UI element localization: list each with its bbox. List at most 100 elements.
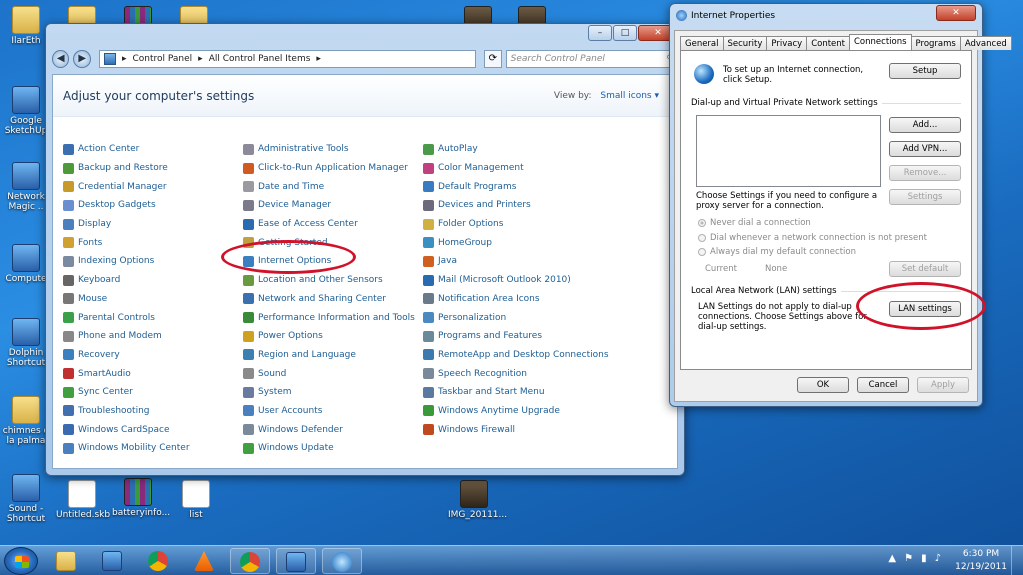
- cp-item-system[interactable]: System: [243, 383, 423, 402]
- cp-item-windows-anytime-upgrade[interactable]: Windows Anytime Upgrade: [423, 402, 603, 421]
- address-bar[interactable]: ▸ Control Panel ▸ All Control Panel Item…: [98, 50, 477, 68]
- breadcrumb-all-items[interactable]: All Control Panel Items: [209, 54, 311, 64]
- cp-item-backup-and-restore[interactable]: Backup and Restore: [63, 159, 243, 178]
- ok-button[interactable]: OK: [797, 377, 849, 393]
- volume-icon[interactable]: ♪: [935, 553, 941, 564]
- apply-button[interactable]: Apply: [917, 377, 969, 393]
- cp-item-date-and-time[interactable]: Date and Time: [243, 177, 423, 196]
- cp-item-location-and-other-sensors[interactable]: Location and Other Sensors: [243, 271, 423, 290]
- cp-item-color-management[interactable]: Color Management: [423, 159, 603, 178]
- tab-general[interactable]: General: [680, 36, 724, 50]
- cancel-button[interactable]: Cancel: [857, 377, 909, 393]
- cp-item-ease-of-access-center[interactable]: Ease of Access Center: [243, 215, 423, 234]
- cp-item-taskbar-and-start-menu[interactable]: Taskbar and Start Menu: [423, 383, 603, 402]
- remove-button[interactable]: Remove...: [889, 165, 961, 181]
- minimize-button[interactable]: –: [588, 25, 612, 41]
- show-hidden-icons-icon[interactable]: ▲: [888, 553, 896, 564]
- action-center-flag-icon[interactable]: ⚑: [904, 553, 913, 564]
- cp-item-programs-and-features[interactable]: Programs and Features: [423, 327, 603, 346]
- cp-item-desktop-gadgets[interactable]: Desktop Gadgets: [63, 196, 243, 215]
- show-desktop-button[interactable]: [1011, 546, 1023, 575]
- cp-item-click-to-run-application-manager[interactable]: Click-to-Run Application Manager: [243, 159, 423, 178]
- cp-item-windows-defender[interactable]: Windows Defender: [243, 420, 423, 439]
- folder-icon: [12, 396, 40, 424]
- battery-icon[interactable]: ▮: [921, 553, 927, 564]
- add-vpn-button[interactable]: Add VPN...: [889, 141, 961, 157]
- cp-item-user-accounts[interactable]: User Accounts: [243, 402, 423, 421]
- taskbar-chrome[interactable]: [138, 548, 178, 574]
- desktop-icon-untitled-skb[interactable]: Untitled.skb: [56, 480, 110, 520]
- tab-programs[interactable]: Programs: [910, 36, 961, 50]
- cp-item-mouse[interactable]: Mouse: [63, 290, 243, 309]
- clock[interactable]: 6:30 PM 12/19/2011: [955, 548, 1007, 574]
- cp-item-parental-controls[interactable]: Parental Controls: [63, 308, 243, 327]
- cp-item-windows-cardspace[interactable]: Windows CardSpace: [63, 420, 243, 439]
- taskbar-internet-properties[interactable]: [322, 548, 362, 574]
- cp-item-remoteapp-and-desktop-connections[interactable]: RemoteApp and Desktop Connections: [423, 346, 609, 365]
- close-button[interactable]: ✕: [936, 5, 976, 21]
- maximize-button[interactable]: □: [613, 25, 637, 41]
- cp-item-performance-information-and-tools[interactable]: Performance Information and Tools: [243, 308, 423, 327]
- tab-advanced[interactable]: Advanced: [959, 36, 1012, 50]
- search-input[interactable]: Search Control Panel ⚲: [505, 50, 679, 68]
- breadcrumb-control-panel[interactable]: Control Panel: [132, 54, 192, 64]
- forward-button[interactable]: ▶: [73, 50, 91, 68]
- cp-item-personalization[interactable]: Personalization: [423, 308, 603, 327]
- add-button[interactable]: Add...: [889, 117, 961, 133]
- cp-item-action-center[interactable]: Action Center: [63, 140, 243, 159]
- cp-item-power-options[interactable]: Power Options: [243, 327, 423, 346]
- cp-item-device-manager[interactable]: Device Manager: [243, 196, 423, 215]
- cp-item-sync-center[interactable]: Sync Center: [63, 383, 243, 402]
- cp-item-sound[interactable]: Sound: [243, 364, 423, 383]
- cp-item-network-and-sharing-center[interactable]: Network and Sharing Center: [243, 290, 423, 309]
- tab-connections[interactable]: Connections: [849, 34, 912, 50]
- radio-never-dial[interactable]: Never dial a connection: [698, 218, 811, 228]
- cp-item-troubleshooting[interactable]: Troubleshooting: [63, 402, 243, 421]
- desktop-icon-batteryinfo[interactable]: batteryinfo...: [112, 478, 170, 518]
- cp-item-default-programs[interactable]: Default Programs: [423, 177, 603, 196]
- radio-always-dial[interactable]: Always dial my default connection: [698, 247, 856, 257]
- cp-item-keyboard[interactable]: Keyboard: [63, 271, 243, 290]
- start-button[interactable]: [4, 547, 38, 575]
- cp-item-administrative-tools[interactable]: Administrative Tools: [243, 140, 423, 159]
- cp-item-region-and-language[interactable]: Region and Language: [243, 346, 423, 365]
- cp-item-java[interactable]: Java: [423, 252, 603, 271]
- view-by-dropdown[interactable]: Small icons ▾: [600, 91, 659, 101]
- tab-security[interactable]: Security: [722, 36, 768, 50]
- radio-dial-whenever[interactable]: Dial whenever a network connection is no…: [698, 233, 927, 243]
- cp-item-recovery[interactable]: Recovery: [63, 346, 243, 365]
- cp-item-credential-manager[interactable]: Credential Manager: [63, 177, 243, 196]
- taskbar-explorer[interactable]: [46, 548, 86, 574]
- cp-item-fonts[interactable]: Fonts: [63, 233, 243, 252]
- cp-item-windows-mobility-center[interactable]: Windows Mobility Center: [63, 439, 243, 458]
- cp-item-phone-and-modem[interactable]: Phone and Modem: [63, 327, 243, 346]
- cp-item-autoplay[interactable]: AutoPlay: [423, 140, 603, 159]
- taskbar-network[interactable]: [92, 548, 132, 574]
- desktop-icon-list[interactable]: list: [170, 480, 222, 520]
- cp-item-windows-update[interactable]: Windows Update: [243, 439, 423, 458]
- taskbar-chrome-active[interactable]: [230, 548, 270, 574]
- connections-list[interactable]: [696, 115, 881, 187]
- taskbar-control-panel[interactable]: [276, 548, 316, 574]
- cp-item-display[interactable]: Display: [63, 215, 243, 234]
- desktop-icon-sound-shortcut[interactable]: Sound - Shortcut: [0, 474, 52, 524]
- cp-item-mail-microsoft-outlook-2010[interactable]: Mail (Microsoft Outlook 2010): [423, 271, 603, 290]
- cp-item-smartaudio[interactable]: SmartAudio: [63, 364, 243, 383]
- cp-item-homegroup[interactable]: HomeGroup: [423, 233, 603, 252]
- tab-content[interactable]: Content: [806, 36, 850, 50]
- refresh-button[interactable]: ⟳: [484, 50, 502, 68]
- cp-item-windows-firewall[interactable]: Windows Firewall: [423, 420, 603, 439]
- cp-item-notification-area-icons[interactable]: Notification Area Icons: [423, 290, 603, 309]
- taskbar-vlc[interactable]: [184, 548, 224, 574]
- annotation-circle: [856, 282, 986, 330]
- back-button[interactable]: ◀: [52, 50, 70, 68]
- desktop-icon-img-2011[interactable]: IMG_20111...: [448, 480, 507, 520]
- cp-item-folder-options[interactable]: Folder Options: [423, 215, 603, 234]
- setup-button[interactable]: Setup: [889, 63, 961, 79]
- settings-button[interactable]: Settings: [889, 189, 961, 205]
- tab-privacy[interactable]: Privacy: [766, 36, 808, 50]
- cp-item-devices-and-printers[interactable]: Devices and Printers: [423, 196, 603, 215]
- cp-item-speech-recognition[interactable]: Speech Recognition: [423, 364, 603, 383]
- set-default-button[interactable]: Set default: [889, 261, 961, 277]
- cp-item-indexing-options[interactable]: Indexing Options: [63, 252, 243, 271]
